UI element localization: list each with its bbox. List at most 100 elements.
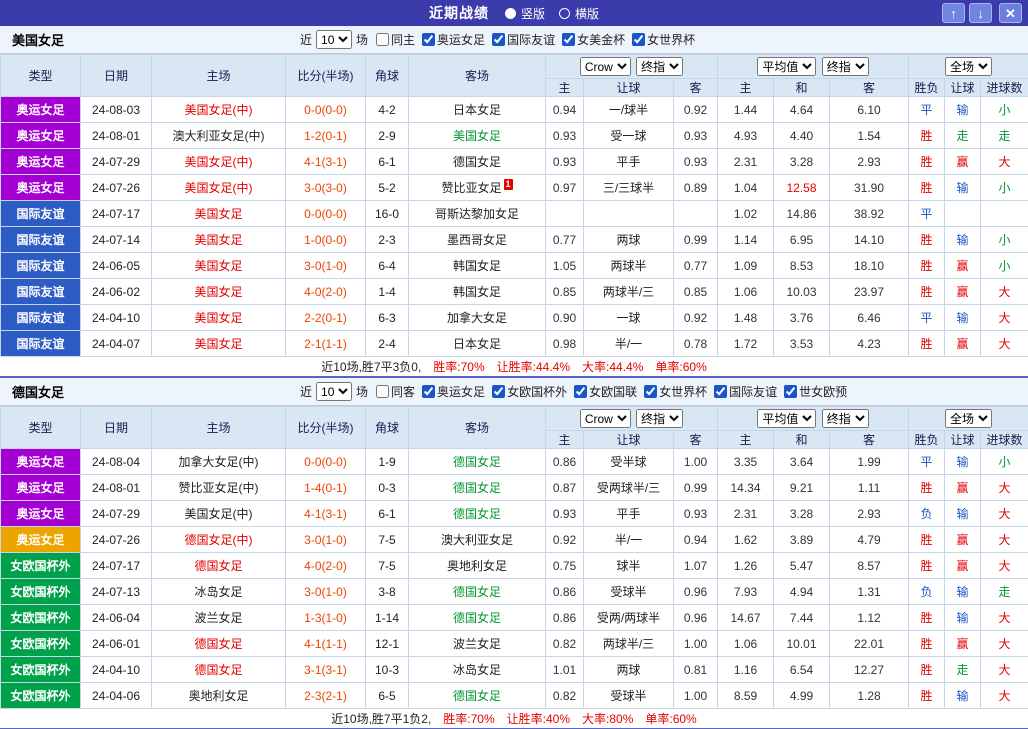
cell-avg-away-odds: 14.10	[829, 226, 910, 253]
filter-女欧国联[interactable]: 女欧国联	[574, 383, 637, 400]
cell-avg-draw-odds: 8.53	[773, 252, 831, 279]
cell-avg-home-odds: 3.35	[717, 448, 775, 475]
cell-home-team: 冰岛女足	[151, 578, 286, 605]
scope-select[interactable]: 全场	[945, 57, 993, 76]
filter-checkbox[interactable]	[492, 385, 506, 398]
filter-国际友谊[interactable]: 国际友谊	[714, 383, 777, 400]
bookmaker-select[interactable]: Crow	[579, 57, 631, 76]
cell-handicap-away-odds: 0.92	[672, 96, 719, 123]
cell-result-goals: 大	[980, 682, 1028, 709]
scope-select[interactable]: 全场	[945, 409, 993, 428]
match-count-select[interactable]: 10	[316, 30, 353, 49]
layout-radio-横版[interactable]: 横版	[559, 5, 599, 22]
cell-avg-away-odds: 6.46	[829, 304, 910, 331]
filter-checkbox[interactable]	[644, 385, 658, 398]
team-name: 美国女足	[12, 33, 65, 48]
filter-世女欧预[interactable]: 世女欧预	[784, 383, 847, 400]
cell-result-handicap: 输	[944, 448, 982, 475]
filter-checkbox[interactable]	[714, 385, 728, 398]
cell-match-type: 奥运女足	[0, 474, 81, 501]
cell-result-handicap: 赢	[944, 252, 982, 279]
filter-checkbox[interactable]	[784, 385, 798, 398]
cell-away-team: 日本女足	[408, 96, 546, 123]
filter-奥运女足[interactable]: 奥运女足	[422, 31, 485, 48]
layout-radio-竖版[interactable]: 竖版	[504, 5, 545, 22]
cell-handicap-away-odds: 0.92	[672, 304, 719, 331]
cell-home-team: 美国女足	[151, 330, 286, 357]
filter-同主[interactable]: 同主	[376, 31, 415, 48]
cell-result-outcome: 平	[908, 448, 946, 475]
cell-avg-draw-odds: 14.86	[773, 200, 831, 227]
header-date: 日期	[80, 54, 152, 97]
cell-score: 4-1(1-1)	[285, 630, 366, 657]
cell-home-team: 波兰女足	[151, 604, 286, 631]
cell-result-outcome: 胜	[908, 526, 946, 553]
average-select[interactable]: 平均值	[757, 57, 817, 76]
average-stage-select[interactable]: 终指	[821, 57, 869, 76]
filter-女欧国杯外[interactable]: 女欧国杯外	[492, 383, 567, 400]
cell-match-type: 女欧国杯外	[0, 656, 81, 683]
cell-avg-away-odds: 1.31	[829, 578, 910, 605]
cell-score: 1-4(0-1)	[285, 474, 366, 501]
cell-handicap-line: 受球半	[583, 682, 674, 709]
results-table: 类型 日期 主场 比分(半场) 角球 客场 Crow 终指 平均值 终指 全场 …	[0, 406, 1028, 709]
filter-奥运女足[interactable]: 奥运女足	[422, 383, 485, 400]
cell-result-outcome: 胜	[908, 552, 946, 579]
match-count-select[interactable]: 10	[316, 382, 353, 401]
cell-avg-draw-odds: 4.99	[773, 682, 831, 709]
filter-checkbox[interactable]	[574, 385, 588, 398]
cell-handicap-line	[583, 200, 674, 227]
cell-avg-home-odds: 1.44	[717, 96, 775, 123]
move-up-button[interactable]: ↑	[942, 3, 965, 23]
cell-result-goals: 小	[980, 226, 1028, 253]
filter-女世界杯[interactable]: 女世界杯	[632, 31, 695, 48]
cell-result-outcome: 胜	[908, 604, 946, 631]
cell-score: 4-1(3-1)	[285, 500, 366, 527]
cell-avg-away-odds: 6.10	[829, 96, 910, 123]
cell-handicap-home-odds: 0.93	[545, 500, 584, 527]
filter-checkbox[interactable]	[376, 33, 390, 46]
match-row: 奥运女足 24-08-01 澳大利亚女足(中) 1-2(0-1) 2-9 美国女足 0.93…	[0, 122, 1028, 149]
radio-icon	[559, 7, 570, 19]
bookmaker-select[interactable]: Crow	[579, 409, 631, 428]
filter-checkbox[interactable]	[422, 33, 436, 46]
average-stage-select[interactable]: 终指	[821, 409, 869, 428]
cell-handicap-away-odds: 0.96	[672, 604, 719, 631]
filter-女世界杯[interactable]: 女世界杯	[644, 383, 707, 400]
titlebar-center: 近期战绩 竖版 横版	[429, 3, 599, 23]
cell-match-date: 24-07-14	[80, 226, 152, 253]
competition-filters: 同客 奥运女足 女欧国杯外 女欧国联 女世界杯 国际友谊 世女欧预	[376, 383, 854, 400]
filter-checkbox[interactable]	[562, 33, 576, 46]
filter-checkbox[interactable]	[376, 385, 390, 398]
cell-avg-home-odds: 2.31	[717, 148, 775, 175]
filter-女美金杯[interactable]: 女美金杯	[562, 31, 625, 48]
match-count-group: 近 10 场	[300, 382, 368, 401]
filter-国际友谊[interactable]: 国际友谊	[492, 31, 555, 48]
filter-checkbox[interactable]	[492, 33, 506, 46]
cell-handicap-home-odds: 0.94	[545, 96, 584, 123]
match-row: 国际友谊 24-06-02 美国女足 4-0(2-0) 1-4 韩国女足 0.85 两球半/三…	[0, 278, 1028, 305]
header-date: 日期	[80, 406, 152, 449]
average-select[interactable]: 平均值	[757, 409, 817, 428]
filter-checkbox[interactable]	[632, 33, 646, 46]
filter-同客[interactable]: 同客	[376, 383, 415, 400]
cell-home-team: 美国女足	[151, 252, 286, 279]
cell-handicap-line: 半/一	[583, 330, 674, 357]
header-avg-away: 客	[829, 430, 910, 449]
handicap-stage-select[interactable]: 终指	[636, 409, 684, 428]
cell-match-date: 24-08-03	[80, 96, 152, 123]
cell-home-team: 德国女足	[151, 656, 286, 683]
match-row: 奥运女足 24-08-04 加拿大女足(中) 0-0(0-0) 1-9 德国女足 0.86 受…	[0, 448, 1028, 475]
cell-handicap-line: 受半球	[583, 448, 674, 475]
cell-avg-draw-odds: 6.54	[773, 656, 831, 683]
handicap-stage-select[interactable]: 终指	[636, 57, 684, 76]
cell-away-team: 奥地利女足	[408, 552, 546, 579]
move-down-button[interactable]: ↓	[969, 3, 992, 23]
header-avg-away: 客	[829, 78, 910, 97]
filter-checkbox[interactable]	[422, 385, 436, 398]
close-button[interactable]: ✕	[999, 3, 1022, 23]
cell-result-goals: 大	[980, 474, 1028, 501]
cell-result-goals: 大	[980, 630, 1028, 657]
match-row: 奥运女足 24-08-03 美国女足(中) 0-0(0-0) 4-2 日本女足 0.94 一/…	[0, 96, 1028, 123]
header-avg-draw: 和	[773, 430, 831, 449]
